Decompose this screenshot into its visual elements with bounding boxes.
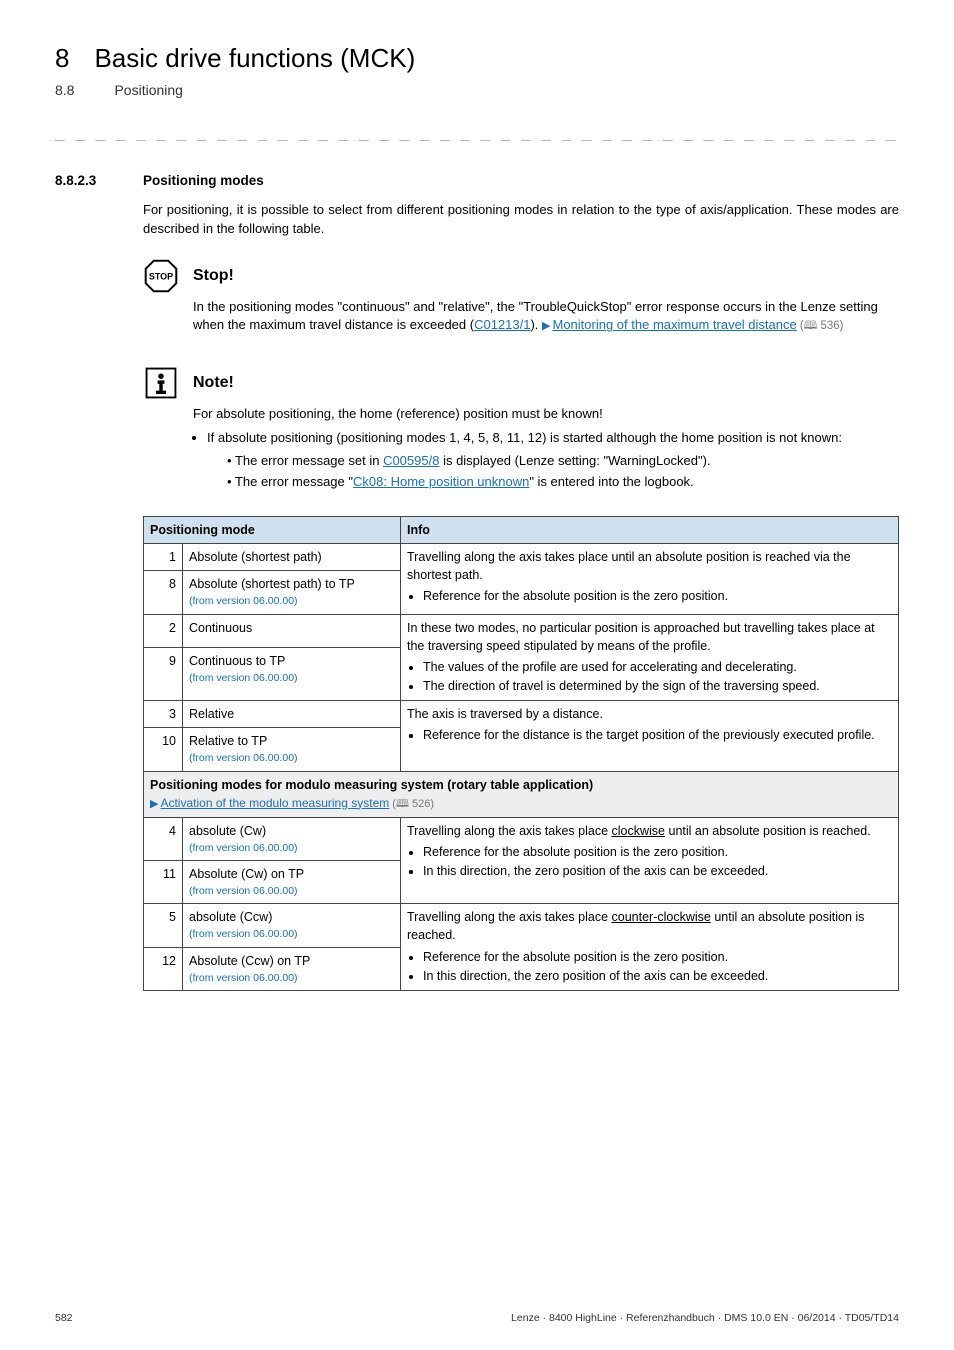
section-number: 8.8 <box>55 80 74 100</box>
note-bullet-text: If absolute positioning (positioning mod… <box>207 430 842 445</box>
stop-callout: STOP Stop! In the positioning modes "con… <box>143 258 899 335</box>
note-callout: Note! For absolute positioning, the home… <box>143 365 899 496</box>
table-cell-info: Travelling along the axis takes place co… <box>401 904 899 991</box>
subsection-title: Positioning modes <box>143 171 264 191</box>
table-cell-mode: Absolute (shortest path) to TP (from ver… <box>183 571 401 614</box>
table-cell-mode: Absolute (Ccw) on TP (from version 06.00… <box>183 947 401 990</box>
page-header: 8 Basic drive functions (MCK) <box>55 40 899 78</box>
table-cell-num: 11 <box>144 860 183 903</box>
note-sub-1: The error message set in C00595/8 is dis… <box>227 452 899 471</box>
version-note: (from version 06.00.00) <box>189 927 394 942</box>
link-c01213[interactable]: C01213/1 <box>474 317 530 332</box>
table-cell-num: 10 <box>144 728 183 771</box>
version-note: (from version 06.00.00) <box>189 971 394 986</box>
table-cell-num: 5 <box>144 904 183 947</box>
table-cell-info: In these two modes, no particular positi… <box>401 614 899 701</box>
version-note: (from version 06.00.00) <box>189 884 394 899</box>
table-cell-num: 1 <box>144 544 183 571</box>
table-cell-mode: Relative to TP (from version 06.00.00) <box>183 728 401 771</box>
table-cell-info: Travelling along the axis takes place cl… <box>401 817 899 904</box>
link-modulo-activation[interactable]: Activation of the modulo measuring syste… <box>160 796 389 810</box>
link-ck08[interactable]: Ck08: Home position unknown <box>353 474 529 489</box>
table-cell-mode: Continuous <box>183 614 401 647</box>
col-header-mode: Positioning mode <box>144 516 401 543</box>
table-cell-mode: Absolute (Cw) on TP (from version 06.00.… <box>183 860 401 903</box>
table-cell-mode: absolute (Cw) (from version 06.00.00) <box>183 817 401 860</box>
subsection-heading: 8.8.2.3 Positioning modes <box>55 171 899 191</box>
version-note: (from version 06.00.00) <box>189 594 394 609</box>
table-section-header: Positioning modes for modulo measuring s… <box>144 771 899 817</box>
table-cell-num: 4 <box>144 817 183 860</box>
link-c00595[interactable]: C00595/8 <box>383 453 439 468</box>
page-ref: (🕮 536) <box>797 320 844 332</box>
version-note: (from version 06.00.00) <box>189 751 394 766</box>
section-title: Positioning <box>114 80 183 100</box>
sub-header: 8.8 Positioning <box>55 80 899 100</box>
note-sub-2: The error message "Ck08: Home position u… <box>227 473 899 492</box>
subsection-number: 8.8.2.3 <box>55 171 115 191</box>
table-cell-num: 2 <box>144 614 183 647</box>
stop-title: Stop! <box>193 264 899 287</box>
table-cell-mode: Absolute (shortest path) <box>183 544 401 571</box>
positioning-modes-table: Positioning mode Info 1 Absolute (shorte… <box>143 516 899 991</box>
footer-meta: Lenze · 8400 HighLine · Referenzhandbuch… <box>511 1311 899 1326</box>
table-cell-info: Travelling along the axis takes place un… <box>401 544 899 614</box>
note-bullets: If absolute positioning (positioning mod… <box>193 429 899 492</box>
note-title: Note! <box>193 371 899 394</box>
col-header-info: Info <box>401 516 899 543</box>
triangle-icon: ▶ <box>150 798 158 810</box>
intro-paragraph: For positioning, it is possible to selec… <box>143 201 899 239</box>
info-icon <box>143 365 179 401</box>
triangle-icon: ▶ <box>542 320 550 332</box>
link-monitoring-max-travel[interactable]: Monitoring of the maximum travel distanc… <box>553 317 797 332</box>
table-cell-num: 8 <box>144 571 183 614</box>
table-cell-mode: absolute (Ccw) (from version 06.00.00) <box>183 904 401 947</box>
svg-text:STOP: STOP <box>149 272 173 282</box>
table-cell-mode: Continuous to TP (from version 06.00.00) <box>183 647 401 700</box>
page-number: 582 <box>55 1311 73 1326</box>
version-note: (from version 06.00.00) <box>189 671 394 686</box>
table-cell-num: 3 <box>144 701 183 728</box>
table-cell-info: The axis is traversed by a distance. Ref… <box>401 701 899 771</box>
version-note: (from version 06.00.00) <box>189 841 394 856</box>
page-ref: (🕮 526) <box>389 798 434 810</box>
stop-icon: STOP <box>143 258 179 294</box>
note-line1: For absolute positioning, the home (refe… <box>193 405 899 424</box>
chapter-title: Basic drive functions (MCK) <box>94 40 415 78</box>
stop-text: In the positioning modes "continuous" an… <box>193 298 899 336</box>
table-cell-num: 9 <box>144 647 183 700</box>
page-footer: 582 Lenze · 8400 HighLine · Referenzhand… <box>55 1311 899 1326</box>
chapter-number: 8 <box>55 40 69 78</box>
table-cell-num: 12 <box>144 947 183 990</box>
separator: _ _ _ _ _ _ _ _ _ _ _ _ _ _ _ _ _ _ _ _ … <box>55 120 899 143</box>
table-cell-mode: Relative <box>183 701 401 728</box>
